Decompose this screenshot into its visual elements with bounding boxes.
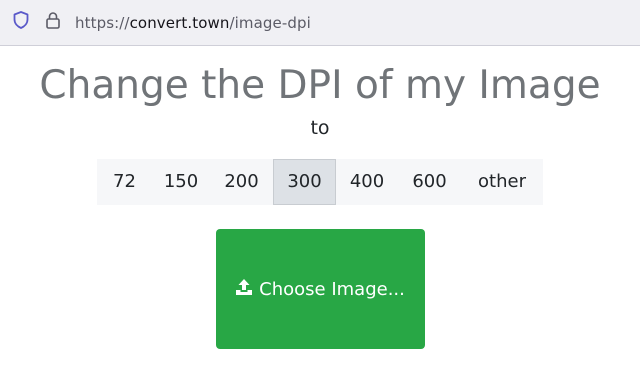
url-scheme: https:// (75, 13, 130, 32)
browser-address-bar[interactable]: https://convert.town/image-dpi (0, 0, 640, 46)
page-content: Change the DPI of my Image to 72 150 200… (0, 63, 640, 349)
choose-image-button[interactable]: Choose Image... (215, 229, 425, 349)
to-label: to (310, 117, 330, 139)
lock-icon[interactable] (31, 11, 61, 34)
dpi-option-group: 72 150 200 300 400 600 other (97, 159, 543, 205)
dpi-option-300-selected[interactable]: 300 (273, 159, 336, 205)
upload-icon (235, 278, 259, 301)
tracking-protection-shield-icon[interactable] (0, 10, 31, 35)
page-title: Change the DPI of my Image (39, 63, 601, 108)
dpi-option-400[interactable]: 400 (336, 159, 398, 205)
url-path: /image-dpi (229, 13, 311, 32)
choose-image-label: Choose Image... (259, 278, 405, 300)
dpi-option-72[interactable]: 72 (97, 159, 152, 205)
url-text[interactable]: https://convert.town/image-dpi (75, 14, 311, 32)
dpi-option-other[interactable]: other (461, 159, 543, 205)
dpi-option-600[interactable]: 600 (398, 159, 461, 205)
url-host: convert.town (129, 13, 230, 32)
dpi-option-200[interactable]: 200 (210, 159, 273, 205)
dpi-option-150[interactable]: 150 (152, 159, 210, 205)
